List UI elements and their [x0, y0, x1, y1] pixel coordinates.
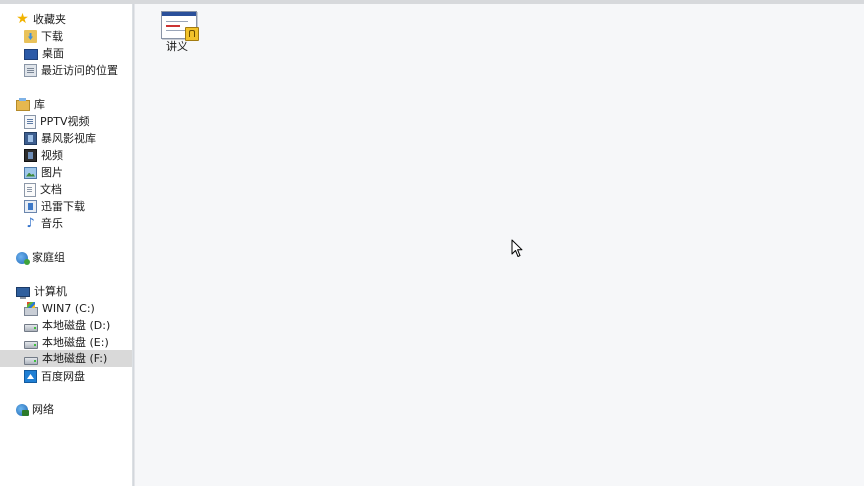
file-list-pane[interactable]: [135, 4, 864, 486]
nav-computer-label: 计算机: [34, 285, 67, 298]
nav-item-label: 本地磁盘 (D:): [42, 319, 111, 332]
mouse-cursor-icon: [511, 239, 523, 257]
video-library-icon: [24, 149, 37, 162]
nav-item-downloads[interactable]: 下载: [24, 28, 63, 45]
desktop-icon: [24, 49, 38, 60]
local-disk-icon: [24, 324, 38, 332]
nav-item-label: 迅雷下载: [41, 200, 85, 213]
download-folder-icon: [24, 30, 37, 43]
nav-item-recent-places[interactable]: 最近访问的位置: [24, 62, 118, 79]
nav-item-pictures[interactable]: 图片: [24, 164, 63, 181]
nav-item-documents[interactable]: 文档: [24, 181, 62, 198]
nav-item-pptv[interactable]: PPTV视频: [24, 113, 90, 130]
music-library-icon: ♪: [26, 216, 35, 231]
local-disk-icon: [24, 341, 38, 349]
nav-favorites[interactable]: ★ 收藏夹: [16, 11, 66, 28]
nav-item-label: 暴风影视库: [41, 132, 96, 145]
local-disk-icon: [24, 357, 38, 365]
nav-libraries[interactable]: 库: [16, 96, 45, 113]
nav-network-label: 网络: [32, 403, 54, 416]
nav-item-label: PPTV视频: [40, 115, 90, 128]
nav-item-drive-e[interactable]: 本地磁盘 (E:): [24, 334, 109, 351]
pptv-library-icon: [24, 114, 36, 129]
windows-drive-icon: [24, 301, 38, 316]
nav-item-label: 文档: [40, 183, 62, 196]
nav-homegroup[interactable]: 家庭组: [16, 249, 65, 266]
nav-item-baidu-netdisk[interactable]: 百度网盘: [24, 368, 85, 385]
xunlei-download-icon: [24, 200, 37, 213]
nav-item-music[interactable]: ♪ 音乐: [24, 215, 63, 232]
libraries-icon: [16, 98, 30, 111]
nav-item-label: WIN7 (C:): [42, 302, 95, 315]
documents-library-icon: [24, 182, 36, 197]
presentation-file-icon: [158, 9, 199, 41]
nav-network[interactable]: 网络: [16, 401, 54, 418]
lock-badge-icon: [185, 27, 199, 41]
nav-item-storm-library[interactable]: 暴风影视库: [24, 130, 96, 147]
file-item[interactable]: 讲义: [153, 9, 201, 53]
recent-places-icon: [24, 64, 37, 77]
homegroup-icon: [16, 251, 30, 265]
nav-item-drive-d[interactable]: 本地磁盘 (D:): [24, 317, 110, 334]
nav-item-desktop[interactable]: 桌面: [24, 45, 64, 62]
baidu-netdisk-icon: [24, 370, 37, 383]
nav-item-drive-f[interactable]: 本地磁盘 (F:): [0, 350, 132, 367]
storm-library-icon: [24, 132, 37, 145]
navigation-pane: ★ 收藏夹 下载 桌面 最近访问的位置 库 PPTV视频 暴风影视库 视频 图片…: [0, 4, 132, 486]
nav-item-label: 下载: [41, 30, 63, 43]
pictures-library-icon: [24, 166, 37, 179]
nav-item-label: 本地磁盘 (E:): [42, 336, 109, 349]
nav-item-label: 图片: [41, 166, 63, 179]
nav-libraries-label: 库: [34, 98, 45, 111]
nav-item-label: 本地磁盘 (F:): [42, 352, 108, 365]
nav-item-label: 最近访问的位置: [41, 64, 118, 77]
nav-computer[interactable]: 计算机: [16, 283, 67, 300]
network-icon: [16, 403, 29, 416]
nav-item-label: 视频: [41, 149, 63, 162]
nav-item-label: 音乐: [41, 217, 63, 230]
nav-item-video[interactable]: 视频: [24, 147, 63, 164]
nav-item-drive-c[interactable]: WIN7 (C:): [24, 300, 95, 317]
favorites-star-icon: ★: [16, 11, 29, 27]
file-name: 讲义: [166, 40, 188, 53]
nav-item-label: 百度网盘: [41, 370, 85, 383]
computer-icon: [16, 287, 30, 299]
nav-item-label: 桌面: [42, 47, 64, 60]
nav-favorites-label: 收藏夹: [33, 13, 66, 26]
nav-item-xunlei[interactable]: 迅雷下载: [24, 198, 85, 215]
nav-homegroup-label: 家庭组: [32, 251, 65, 264]
